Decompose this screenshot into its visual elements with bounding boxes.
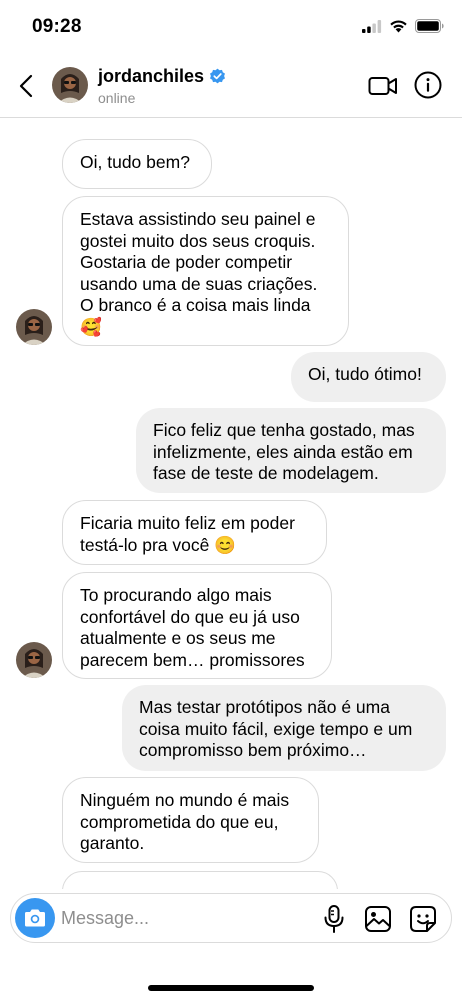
avatar-image [52,67,88,103]
gallery-icon [365,906,391,932]
header-status: online [98,90,136,106]
message-bubble-outgoing[interactable]: Fico feliz que tenha gostado, mas infeli… [136,408,446,493]
chat-header: jordanchiles online [0,54,462,118]
header-username: jordanchiles [98,66,205,86]
microphone-icon [324,905,344,933]
message-bubble-incoming[interactable]: Ficaria muito feliz em poder testá-lo pr… [62,500,327,565]
back-button[interactable] [14,70,38,102]
message-bubble-outgoing[interactable]: Mas testar protótipos não é uma coisa mu… [122,685,446,771]
sender-avatar[interactable] [16,642,52,678]
camera-icon [25,909,45,927]
avatar-image [16,309,52,345]
status-bar: 09:28 [0,0,462,54]
video-camera-icon [368,77,397,95]
sticker-button[interactable] [409,905,437,933]
message-input[interactable] [61,907,261,929]
status-time: 09:28 [32,16,82,37]
message-bubble-outgoing[interactable]: Oi, tudo ótimo! [291,352,446,402]
signal-icon [362,19,382,33]
camera-button[interactable] [15,898,55,938]
message-bubble-incoming[interactable]: To procurando algo mais confortável do q… [62,572,332,679]
avatar-image [16,642,52,678]
message-bubble-incoming-partial[interactable] [62,871,338,889]
info-button[interactable] [414,71,442,99]
sticker-icon [410,906,436,932]
header-avatar[interactable] [52,67,88,103]
wifi-icon [390,20,407,33]
home-indicator[interactable] [148,985,314,991]
sender-avatar[interactable] [16,309,52,345]
verified-badge-icon [210,68,226,84]
message-composer [10,893,452,943]
message-bubble-incoming[interactable]: Oi, tudo bem? [62,139,212,189]
gallery-button[interactable] [364,905,392,933]
message-thread[interactable]: Oi, tudo bem? Estava assistindo seu pain… [0,119,462,889]
message-bubble-incoming[interactable]: Ninguém no mundo é mais comprometida do … [62,777,319,863]
battery-icon [415,19,444,33]
message-bubble-incoming[interactable]: Estava assistindo seu painel e gostei mu… [62,196,349,346]
back-chevron-icon [19,74,33,98]
voice-message-button[interactable] [320,904,348,934]
header-username-row[interactable]: jordanchiles [98,66,226,87]
video-call-button[interactable] [368,73,398,99]
status-icons [362,19,444,33]
info-icon [414,71,442,99]
